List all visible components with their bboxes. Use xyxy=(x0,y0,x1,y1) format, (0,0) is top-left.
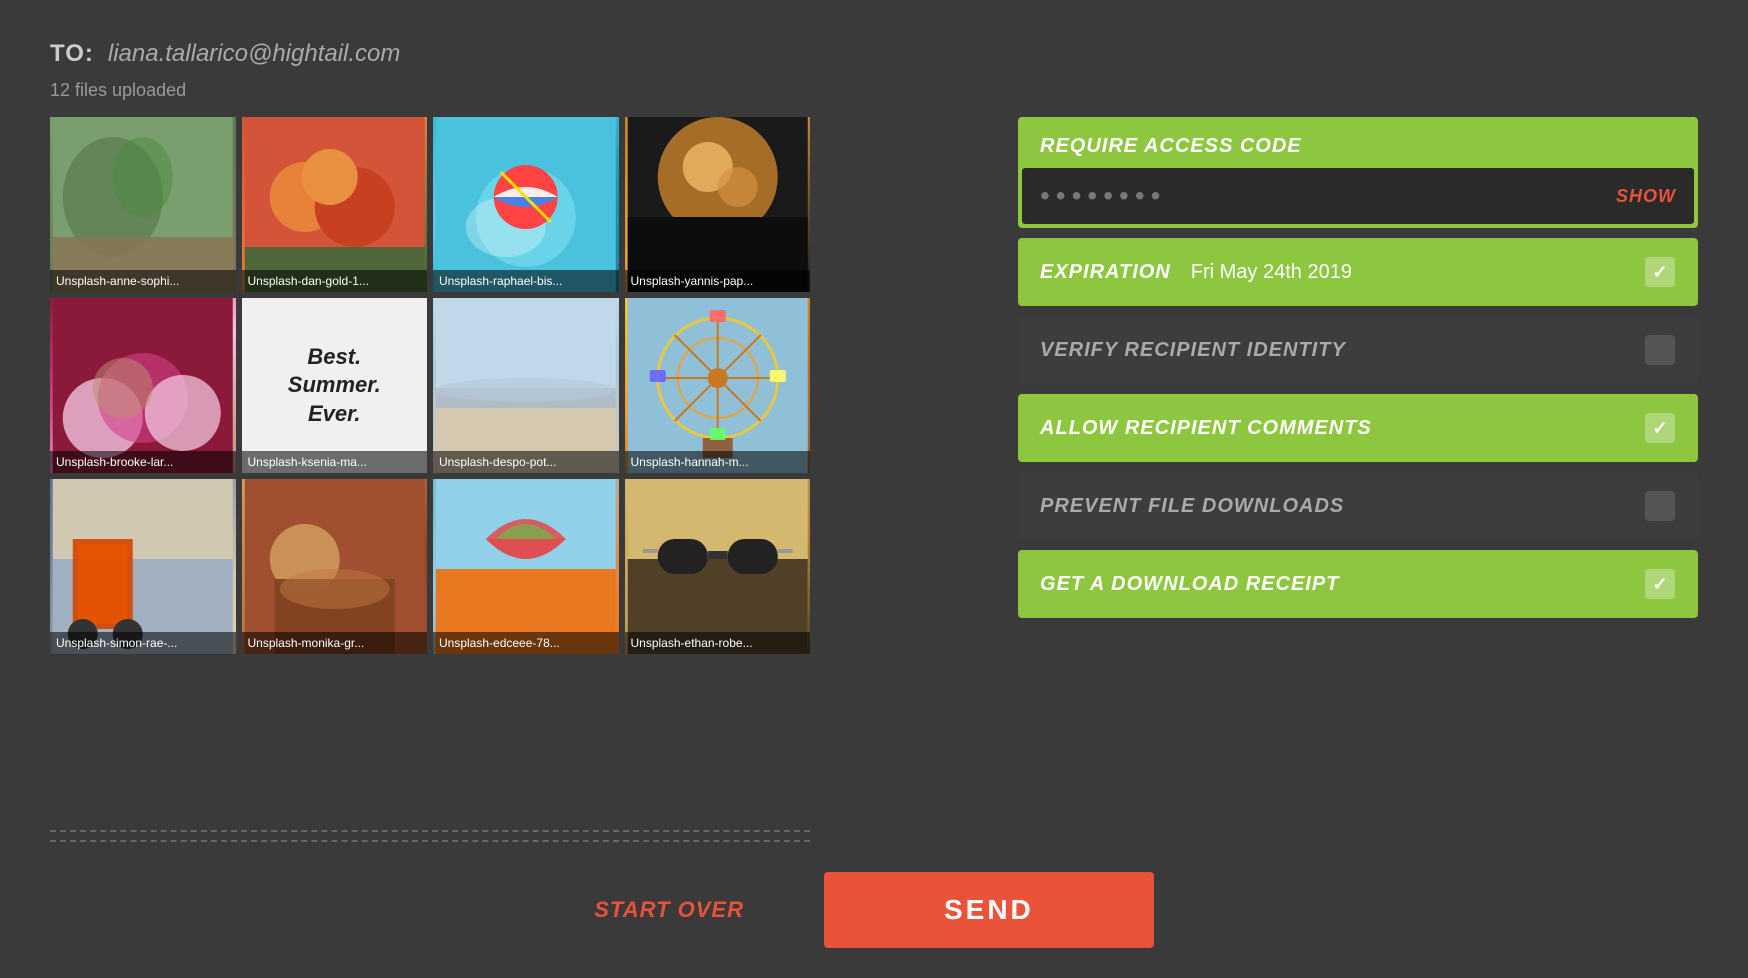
access-code-title: REQUIRE ACCESS CODE xyxy=(1040,135,1302,157)
thumb-label-12: Unsplash-ethan-robe... xyxy=(625,632,811,654)
check-icon-3: ✓ xyxy=(1652,574,1667,595)
download-receipt-checkbox[interactable]: ✓ xyxy=(1644,568,1676,600)
allow-comments-header[interactable]: ALLOW RECIPIENT COMMENTS ✓ xyxy=(1018,394,1698,462)
expiration-date: Fri May 24th 2019 xyxy=(1191,261,1352,284)
prevent-downloads-checkbox[interactable] xyxy=(1644,490,1676,522)
prevent-downloads-block[interactable]: PREVENT FILE DOWNLOADS xyxy=(1018,472,1698,540)
expiration-checkbox[interactable]: ✓ xyxy=(1644,256,1676,288)
bottom-bar: START OVER SEND xyxy=(50,842,1698,978)
expiration-left: EXPIRATION Fri May 24th 2019 xyxy=(1040,261,1352,284)
content-area: Unsplash-anne-sophi... Unsplash-dan-gold… xyxy=(50,117,1698,842)
thumb-label-4: Unsplash-yannis-pap... xyxy=(625,270,811,292)
thumbnail-11[interactable]: Unsplash-edceee-78... xyxy=(433,479,619,654)
verify-identity-checkbox-unchecked xyxy=(1645,335,1675,365)
verify-identity-block[interactable]: VERIFY RECIPIENT IDENTITY xyxy=(1018,316,1698,384)
thumb-label-1: Unsplash-anne-sophi... xyxy=(50,270,236,292)
thumbnail-12[interactable]: Unsplash-ethan-robe... xyxy=(625,479,811,654)
thumb-label-3: Unsplash-raphael-bis... xyxy=(433,270,619,292)
show-button[interactable]: SHOW xyxy=(1616,186,1676,207)
thumbnail-9[interactable]: Unsplash-simon-rae-... xyxy=(50,479,236,654)
thumb-label-2: Unsplash-dan-gold-1... xyxy=(242,270,428,292)
expiration-block[interactable]: EXPIRATION Fri May 24th 2019 ✓ xyxy=(1018,238,1698,306)
files-count: 12 files uploaded xyxy=(50,80,1698,101)
allow-comments-title: ALLOW RECIPIENT COMMENTS xyxy=(1040,417,1372,440)
thumb-label-6: Unsplash-ksenia-ma... xyxy=(242,451,428,473)
to-row: TO: liana.tallarico@hightail.com xyxy=(50,40,1698,68)
image-grid: Unsplash-anne-sophi... Unsplash-dan-gold… xyxy=(50,117,810,832)
send-button[interactable]: SEND xyxy=(824,872,1154,948)
allow-comments-block[interactable]: ALLOW RECIPIENT COMMENTS ✓ xyxy=(1018,394,1698,462)
img6-text: Best.Summer.Ever. xyxy=(288,343,381,429)
allow-comments-checkbox[interactable]: ✓ xyxy=(1644,412,1676,444)
download-receipt-block[interactable]: GET A DOWNLOAD RECEIPT ✓ xyxy=(1018,550,1698,618)
verify-identity-header[interactable]: VERIFY RECIPIENT IDENTITY xyxy=(1018,316,1698,384)
download-receipt-checkbox-checked: ✓ xyxy=(1645,569,1675,599)
thumbnail-6[interactable]: Best.Summer.Ever. Unsplash-ksenia-ma... xyxy=(242,298,428,473)
thumb-label-9: Unsplash-simon-rae-... xyxy=(50,632,236,654)
expiration-header: EXPIRATION Fri May 24th 2019 ✓ xyxy=(1018,238,1698,306)
thumbnail-3[interactable]: Unsplash-raphael-bis... xyxy=(433,117,619,292)
thumbnail-7[interactable]: Unsplash-despo-pot... xyxy=(433,298,619,473)
start-over-button[interactable]: START OVER xyxy=(594,897,744,923)
to-label: TO: xyxy=(50,40,94,68)
main-container: TO: liana.tallarico@hightail.com 12 file… xyxy=(0,0,1748,978)
thumb-label-11: Unsplash-edceee-78... xyxy=(433,632,619,654)
thumbnail-4[interactable]: Unsplash-yannis-pap... xyxy=(625,117,811,292)
access-code-dots: •••••••• xyxy=(1040,180,1616,212)
prevent-downloads-header[interactable]: PREVENT FILE DOWNLOADS xyxy=(1018,472,1698,540)
thumbnail-10[interactable]: Unsplash-monika-gr... xyxy=(242,479,428,654)
expiration-label: EXPIRATION xyxy=(1040,261,1171,284)
download-receipt-title: GET A DOWNLOAD RECEIPT xyxy=(1040,573,1339,596)
thumbnail-8[interactable]: Unsplash-hannah-m... xyxy=(625,298,811,473)
right-panel: REQUIRE ACCESS CODE •••••••• SHOW EXPIRA… xyxy=(1018,117,1698,842)
verify-identity-title: VERIFY RECIPIENT IDENTITY xyxy=(1040,339,1346,362)
check-icon-2: ✓ xyxy=(1652,418,1667,439)
thumb-label-5: Unsplash-brooke-lar... xyxy=(50,451,236,473)
thumb-label-7: Unsplash-despo-pot... xyxy=(433,451,619,473)
download-receipt-header[interactable]: GET A DOWNLOAD RECEIPT ✓ xyxy=(1018,550,1698,618)
access-code-input-row[interactable]: •••••••• SHOW xyxy=(1022,168,1694,224)
access-code-header: REQUIRE ACCESS CODE xyxy=(1018,117,1698,168)
prevent-downloads-title: PREVENT FILE DOWNLOADS xyxy=(1040,495,1344,518)
thumbnail-1[interactable]: Unsplash-anne-sophi... xyxy=(50,117,236,292)
expiration-checkbox-checked: ✓ xyxy=(1645,257,1675,287)
check-icon: ✓ xyxy=(1652,262,1667,283)
thumbnail-5[interactable]: Unsplash-brooke-lar... xyxy=(50,298,236,473)
thumb-label-8: Unsplash-hannah-m... xyxy=(625,451,811,473)
thumb-label-10: Unsplash-monika-gr... xyxy=(242,632,428,654)
prevent-downloads-checkbox-unchecked xyxy=(1645,491,1675,521)
thumbnail-2[interactable]: Unsplash-dan-gold-1... xyxy=(242,117,428,292)
to-email: liana.tallarico@hightail.com xyxy=(108,40,401,68)
allow-comments-checkbox-checked: ✓ xyxy=(1645,413,1675,443)
left-panel: Unsplash-anne-sophi... Unsplash-dan-gold… xyxy=(50,117,978,842)
access-code-block[interactable]: REQUIRE ACCESS CODE •••••••• SHOW xyxy=(1018,117,1698,228)
verify-identity-checkbox[interactable] xyxy=(1644,334,1676,366)
